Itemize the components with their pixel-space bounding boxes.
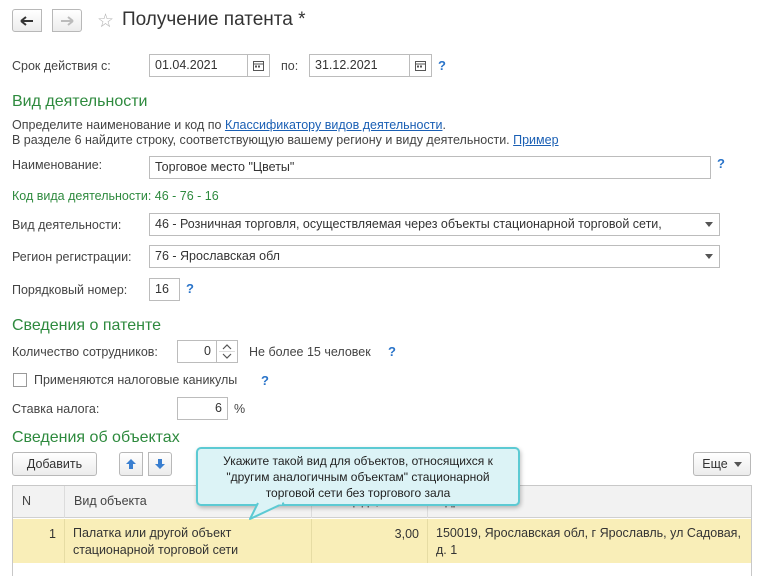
calendar-to-button[interactable]	[410, 54, 432, 77]
employees-help-icon[interactable]: ?	[388, 344, 396, 359]
object-kind-tooltip: Укажите такой вид для объектов, относящи…	[196, 447, 520, 506]
name-input[interactable]: Торговое место "Цветы"	[149, 156, 711, 179]
calendar-icon	[253, 61, 264, 71]
chevron-down-icon	[704, 222, 713, 227]
tax-holidays-label: Применяются налоговые каникулы	[34, 373, 238, 387]
activity-hint-line1: Определите наименование и код по Классиф…	[12, 118, 446, 132]
activity-kind-dropdown-button[interactable]	[698, 213, 720, 236]
date-to-field[interactable]: 31.12.2021	[309, 54, 410, 77]
tooltip-pointer	[249, 502, 285, 520]
activity-hint-text: Определите наименование и код по	[12, 118, 225, 132]
arrow-up-icon	[126, 459, 136, 469]
name-label: Наименование:	[12, 158, 103, 172]
tax-holidays-checkbox[interactable]	[13, 373, 27, 387]
period-help-icon[interactable]: ?	[438, 58, 446, 73]
date-from-field[interactable]: 01.04.2021	[149, 54, 248, 77]
period-from-label: Срок действия с:	[12, 59, 111, 73]
favorite-star-icon[interactable]: ☆	[97, 10, 114, 33]
example-link[interactable]: Пример	[513, 133, 558, 147]
table-row[interactable]: 1 Палатка или другой объект стационарной…	[13, 519, 751, 563]
tax-rate-unit: %	[234, 402, 246, 416]
move-up-button[interactable]	[119, 452, 143, 476]
activity-kind-select[interactable]: 46 - Розничная торговля, осуществляемая …	[149, 213, 699, 236]
name-help-icon[interactable]: ?	[717, 156, 725, 171]
activity-hint-suffix: .	[442, 118, 446, 132]
tax-rate-input[interactable]: 6	[177, 397, 228, 420]
region-label: Регион регистрации:	[12, 250, 132, 264]
tax-rate-label: Ставка налога:	[12, 402, 100, 416]
move-down-button[interactable]	[148, 452, 172, 476]
row-area: 3,00	[312, 519, 428, 563]
patent-section-title: Сведения о патенте	[12, 317, 162, 334]
order-number-help-icon[interactable]: ?	[186, 281, 194, 296]
employees-stepper[interactable]	[216, 340, 238, 363]
tooltip-text: Укажите такой вид для объектов, относящи…	[223, 454, 493, 500]
forward-button[interactable]	[52, 9, 82, 32]
tax-holidays-help-icon[interactable]: ?	[261, 373, 269, 388]
row-number: 1	[13, 519, 65, 563]
activity-hint-line2-text: В разделе 6 найдите строку, соответствую…	[12, 133, 514, 147]
stepper-arrows-icon	[219, 344, 235, 359]
back-button[interactable]	[12, 9, 42, 32]
region-select[interactable]: 76 - Ярославская обл	[149, 245, 699, 268]
employees-limit-hint: Не более 15 человек	[249, 345, 371, 359]
arrow-right-icon	[61, 15, 74, 26]
calendar-from-button[interactable]	[248, 54, 270, 77]
activity-section-title: Вид деятельности	[12, 93, 148, 110]
chevron-down-icon	[733, 461, 742, 467]
region-dropdown-button[interactable]	[698, 245, 720, 268]
order-number-label: Порядковый номер:	[12, 283, 128, 297]
arrow-down-icon	[155, 459, 165, 469]
row-address: 150019, Ярославская обл, г Ярославль, ул…	[436, 526, 741, 557]
column-header-n[interactable]: N	[13, 486, 65, 518]
employees-label: Количество сотрудников:	[12, 345, 158, 359]
period-to-label: по:	[281, 59, 299, 73]
objects-section-title: Сведения об объектах	[12, 429, 180, 446]
activity-code-text: Код вида деятельности: 46 - 76 - 16	[12, 189, 219, 203]
page-title: Получение патента *	[122, 9, 306, 30]
more-button[interactable]: Еще	[693, 452, 751, 476]
calendar-icon	[415, 61, 426, 71]
more-button-label: Еще	[702, 457, 728, 471]
employees-input[interactable]: 0	[177, 340, 217, 363]
chevron-down-icon	[704, 254, 713, 259]
classifier-link[interactable]: Классификатору видов деятельности	[225, 118, 443, 132]
row-object-kind: Палатка или другой объект стационарной т…	[65, 519, 312, 563]
arrow-left-icon	[20, 15, 33, 26]
add-object-button[interactable]: Добавить	[12, 452, 97, 476]
activity-kind-label: Вид деятельности:	[12, 218, 122, 232]
activity-hint-line2: В разделе 6 найдите строку, соответствую…	[12, 133, 559, 147]
order-number-input[interactable]: 16	[149, 278, 180, 301]
